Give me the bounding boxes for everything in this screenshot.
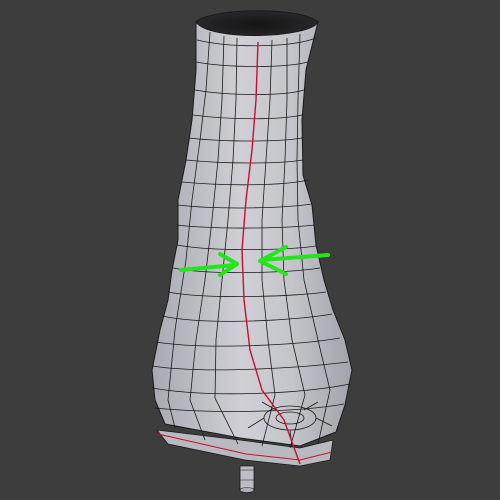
boot-body[interactable] xyxy=(151,11,353,447)
viewport-canvas[interactable] xyxy=(0,0,500,500)
heel-post xyxy=(239,465,255,493)
3d-viewport[interactable] xyxy=(0,0,500,500)
